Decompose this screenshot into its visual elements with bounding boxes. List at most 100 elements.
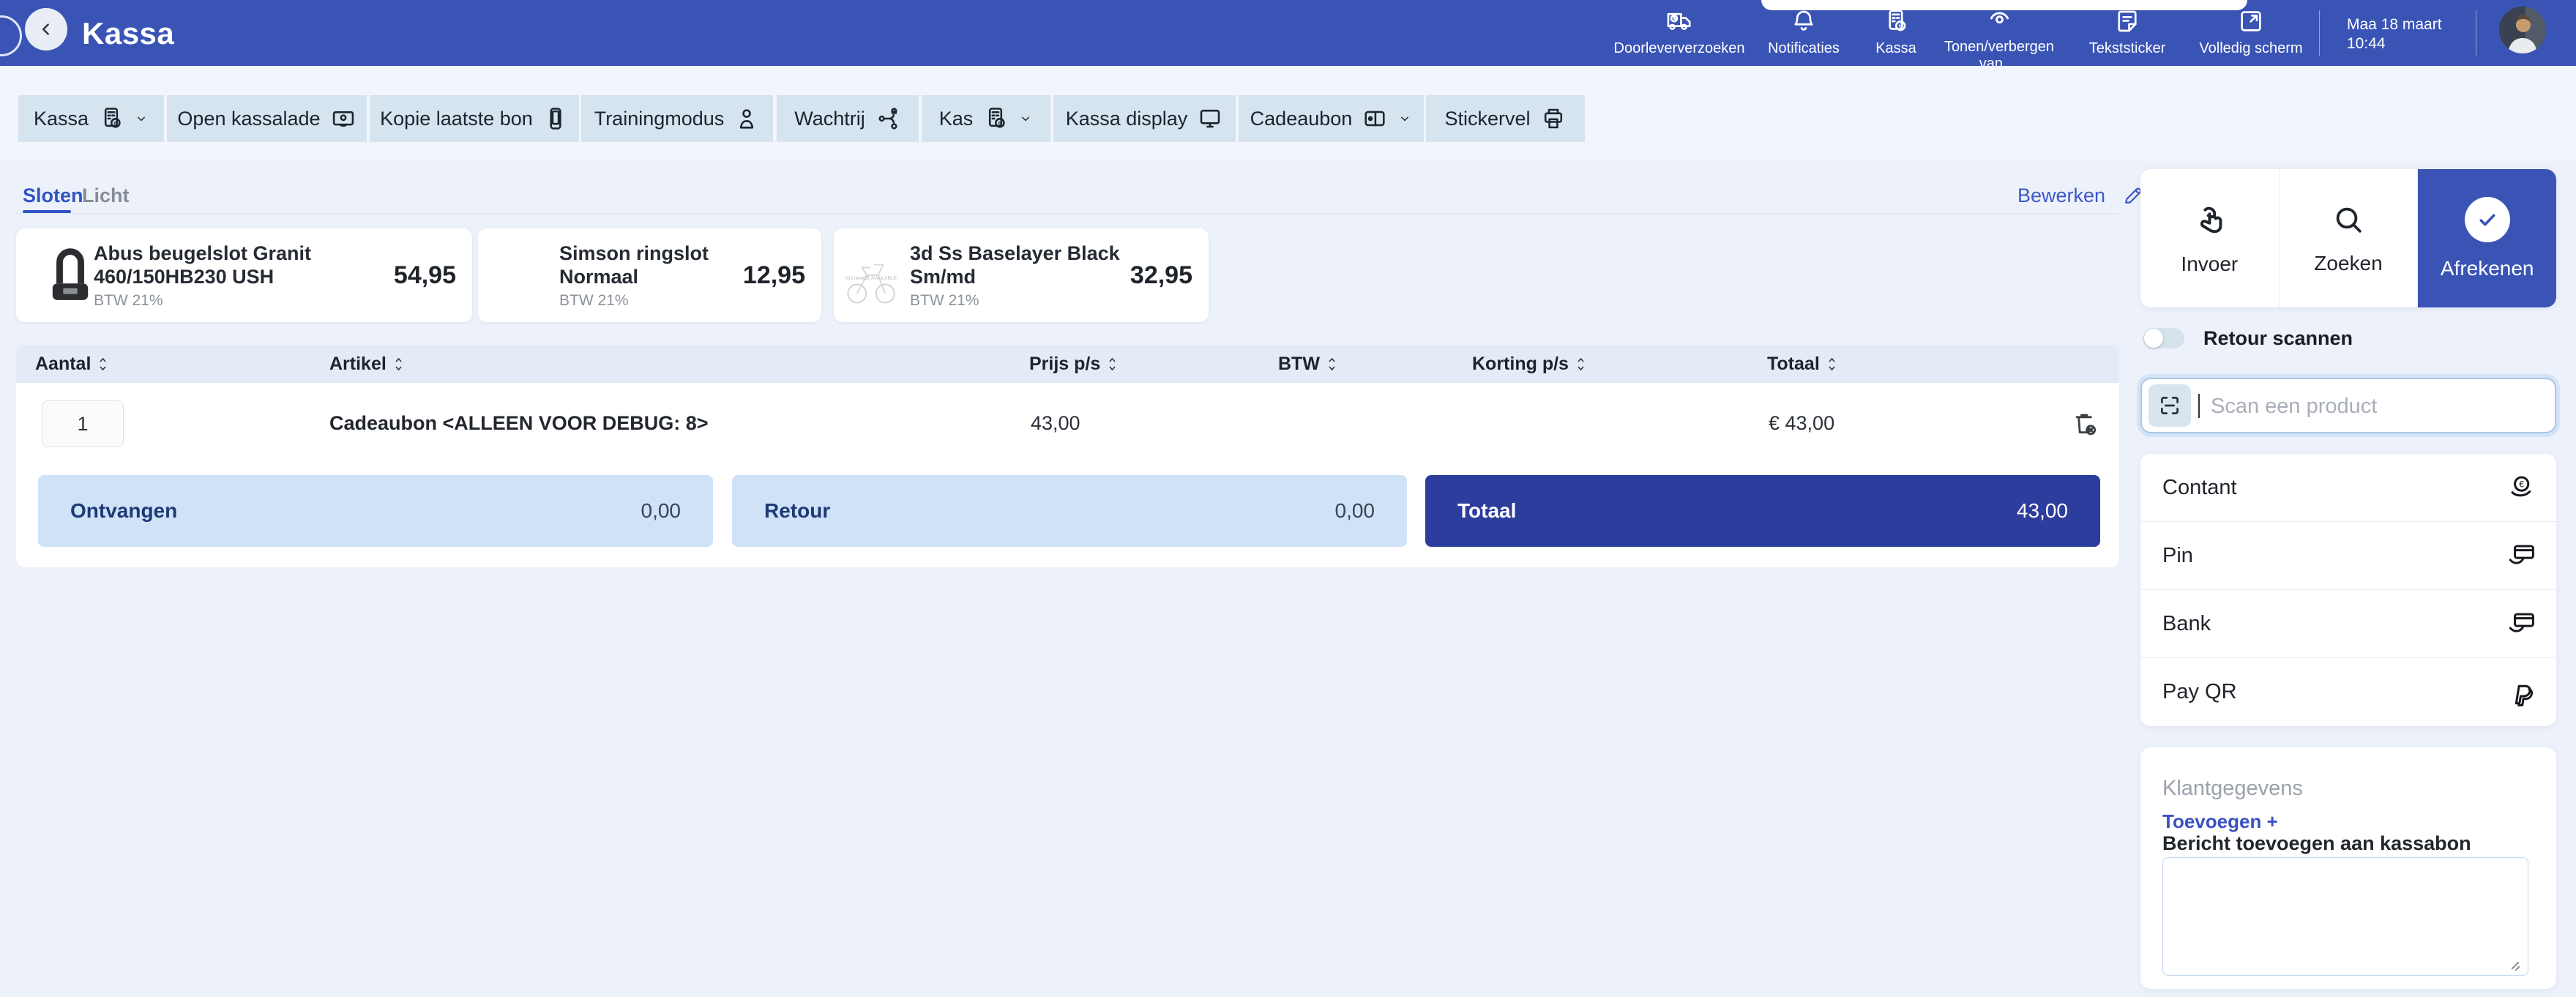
pos-terminal-icon — [1882, 7, 1910, 35]
tap-icon — [2191, 201, 2228, 238]
return-label: Retour — [764, 475, 830, 547]
add-customer-link[interactable]: Toevoegen + — [2162, 810, 2278, 833]
tabs-divider-line — [16, 213, 2119, 214]
payment-pay-qr[interactable]: Pay QR — [2140, 658, 2556, 726]
top-bar: Kassa Doorleververzoeken Notificaties Ka… — [0, 0, 2576, 66]
product-image-placeholder: NO IMAGE AVAILABLE — [843, 240, 900, 314]
date-text: Maa 18 maart — [2347, 15, 2442, 34]
card-hand-icon — [2506, 608, 2537, 639]
sort-icon — [1107, 354, 1118, 374]
toolbar-button-label: Kassa display — [1066, 108, 1188, 130]
product-card[interactable]: Simson ringslot Normaal BTW 21% 12,95 — [478, 228, 821, 322]
sort-icon — [1575, 354, 1586, 374]
fullscreen-icon — [2237, 7, 2265, 35]
chevron-left-icon — [37, 20, 56, 39]
totals-bar: Ontvangen 0,00 Retour 0,00 Totaal 43,00 — [16, 475, 2119, 547]
delete-row-button[interactable] — [2070, 409, 2099, 438]
toolbar-button-label: Stickervel — [1444, 108, 1530, 130]
text-sticker-icon — [2113, 7, 2141, 35]
edit-label: Bewerken — [2017, 184, 2105, 207]
monitor-icon — [1197, 105, 1223, 132]
back-button[interactable] — [25, 8, 67, 51]
text-caret — [2198, 394, 2200, 418]
toolbar-button-kopie-laatste-bon[interactable]: Kopie laatste bon — [370, 95, 579, 142]
queue-icon — [875, 105, 901, 132]
nav-doorleververzoeken[interactable]: Doorleververzoeken — [1606, 7, 1752, 57]
avatar[interactable] — [2499, 7, 2546, 53]
nav-label: Doorleververzoeken — [1614, 40, 1745, 57]
toolbar-button-trainingmodus[interactable]: Trainingmodus — [581, 95, 773, 142]
price-cell: 43,00 — [1031, 383, 1080, 463]
receipt-message-textarea[interactable] — [2162, 857, 2528, 976]
nav-tonen-verbergen[interactable]: Tonen/verbergen van ... — [1932, 4, 2067, 72]
quantity-input[interactable]: 1 — [42, 400, 124, 447]
toolbar-button-kassa[interactable]: Kassa — [18, 95, 164, 142]
nav-tekststicker[interactable]: Tekststicker — [2069, 7, 2186, 57]
toolbar-button-open-kassalade[interactable]: Open kassalade — [167, 95, 367, 142]
product-price: 12,95 — [743, 228, 805, 322]
customer-section: Klantgegevens Toevoegen + Bericht toevoe… — [2140, 747, 2556, 989]
time-text: 10:44 — [2347, 34, 2442, 53]
datetime-display: Maa 18 maart 10:44 — [2347, 15, 2442, 53]
product-card[interactable]: Abus beugelslot Granit 460/150HB230 USH … — [16, 228, 472, 322]
column-header-artikel[interactable]: Artikel — [329, 345, 404, 383]
page-title: Kassa — [82, 16, 174, 51]
nav-label: Kassa — [1875, 40, 1916, 57]
toolbar-button-stickervel[interactable]: Stickervel — [1426, 95, 1585, 142]
paypal-icon — [2506, 677, 2537, 708]
payment-methods: Contant Pin Bank Pay QR — [2140, 454, 2556, 726]
column-header-btw[interactable]: BTW — [1278, 345, 1337, 383]
payment-pin[interactable]: Pin — [2140, 522, 2556, 590]
barcode-scan-icon — [2148, 384, 2191, 427]
tab-afrekenen[interactable]: Afrekenen — [2418, 169, 2556, 307]
nav-volledig-scherm[interactable]: Volledig scherm — [2189, 7, 2313, 57]
person-icon — [733, 105, 760, 132]
column-header-totaal[interactable]: Totaal — [1767, 345, 1837, 383]
customer-title: Klantgegevens — [2162, 777, 2303, 801]
scan-input[interactable] — [2209, 379, 2556, 433]
nav-kassa[interactable]: Kassa — [1856, 7, 1936, 57]
order-table-header: Aantal Artikel Prijs p/s BTW Korting p/s… — [16, 345, 2119, 383]
bell-icon — [1790, 7, 1818, 35]
return-box: Retour 0,00 — [732, 475, 1407, 547]
product-price: 32,95 — [1130, 228, 1192, 322]
eye-icon — [1985, 4, 2014, 34]
svg-text:NO IMAGE AVAILABLE: NO IMAGE AVAILABLE — [845, 276, 897, 281]
payment-contant[interactable]: Contant — [2140, 454, 2556, 522]
product-vat: BTW 21% — [94, 292, 387, 310]
total-box: Totaal 43,00 — [1425, 475, 2100, 547]
column-header-prijs[interactable]: Prijs p/s — [1029, 345, 1118, 383]
tab-label: Zoeken — [2314, 252, 2382, 275]
toolbar-button-kas[interactable]: Kas — [922, 95, 1050, 142]
column-header-korting[interactable]: Korting p/s — [1472, 345, 1586, 383]
payment-bank[interactable]: Bank — [2140, 590, 2556, 658]
header-divider — [2319, 10, 2320, 56]
sort-icon — [1326, 354, 1337, 374]
column-header-aantal[interactable]: Aantal — [35, 345, 108, 383]
toolbar-button-wachtrij[interactable]: Wachtrij — [777, 95, 919, 142]
tab-licht[interactable]: Licht — [82, 184, 130, 207]
chevron-down-icon — [1397, 111, 1412, 126]
nav-label: Volledig scherm — [2199, 40, 2302, 57]
tab-zoeken[interactable]: Zoeken — [2280, 169, 2419, 307]
order-table-body: 1 Cadeaubon <ALLEEN VOOR DEBUG: 8> 43,00… — [16, 383, 2119, 567]
nav-notificaties[interactable]: Notificaties — [1749, 7, 1859, 57]
tab-invoer[interactable]: Invoer — [2140, 169, 2280, 307]
pos-terminal-icon — [982, 105, 1009, 132]
toolbar-button-label: Open kassalade — [177, 108, 320, 130]
tab-sloten[interactable]: Sloten — [23, 184, 83, 207]
delivery-truck-icon — [1665, 7, 1693, 35]
toolbar-button-cadeaubon[interactable]: Cadeaubon — [1239, 95, 1424, 142]
checkout-mode-tabs: Invoer Zoeken Afrekenen — [2140, 169, 2556, 307]
edit-button[interactable]: Bewerken — [2017, 184, 2145, 207]
payment-label: Pay QR — [2162, 680, 2237, 704]
return-scan-toggle[interactable] — [2143, 328, 2184, 348]
chevron-down-icon — [134, 111, 149, 126]
product-card[interactable]: NO IMAGE AVAILABLE 3d Ss Baselayer Black… — [834, 228, 1209, 322]
toolbar-button-kassa-display[interactable]: Kassa display — [1053, 95, 1236, 142]
chevron-down-icon — [1018, 111, 1033, 126]
trash-icon — [2070, 409, 2099, 438]
payment-label: Pin — [2162, 544, 2193, 568]
toolbar-button-label: Kas — [939, 108, 974, 130]
article-cell: Cadeaubon <ALLEEN VOOR DEBUG: 8> — [329, 383, 709, 463]
